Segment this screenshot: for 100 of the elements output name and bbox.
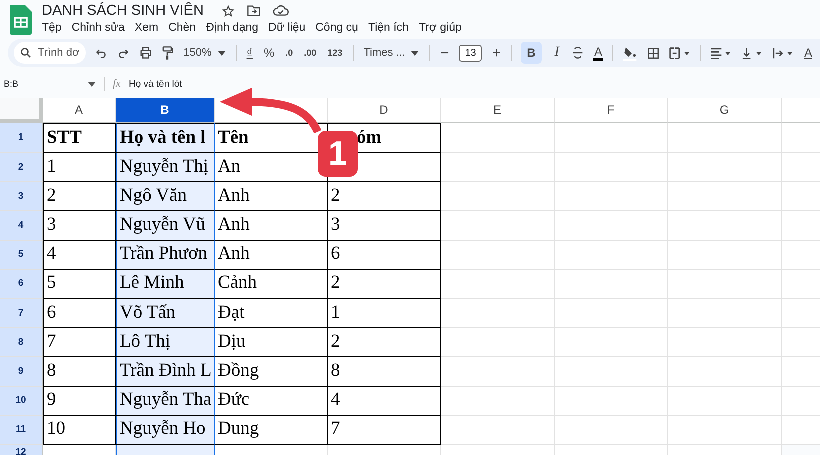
italic-button[interactable]: I — [550, 42, 564, 64]
row-header[interactable]: 12 — [0, 444, 43, 455]
table-cell: Tên — [215, 123, 328, 153]
strikethrough-icon[interactable] — [572, 46, 584, 60]
table-cell: STT — [43, 123, 116, 153]
table-cell: Dịu — [215, 328, 328, 358]
column-header[interactable]: E — [441, 98, 555, 123]
table-cell: Nguyễn Thị — [116, 153, 215, 182]
cloud-icon[interactable] — [272, 5, 289, 17]
caret-icon — [218, 50, 226, 56]
row-header[interactable]: 2 — [0, 153, 43, 182]
font-dropdown[interactable]: Times ... — [362, 42, 420, 64]
menu-item[interactable]: Trợ giúp — [418, 22, 462, 34]
column-header[interactable]: G — [668, 98, 782, 123]
folder-icon[interactable] — [246, 5, 261, 17]
table-cell: Trần Phươn — [116, 240, 215, 270]
menu-item[interactable]: Tệp — [42, 22, 62, 34]
table-cell: 6 — [43, 298, 116, 328]
zoom-dropdown[interactable]: 150% — [182, 42, 227, 64]
fx-label: fx — [113, 78, 121, 90]
table-cell: An — [215, 153, 328, 182]
row-header[interactable]: 1 — [0, 123, 43, 153]
decrease-font-size-button[interactable]: − — [439, 42, 450, 64]
caret-icon[interactable] — [88, 82, 96, 86]
row-header[interactable]: 4 — [0, 211, 43, 241]
borders-icon[interactable] — [647, 46, 660, 60]
menu-item[interactable]: Công cụ — [316, 22, 358, 34]
document-title[interactable]: DANH SÁCH SINH VIÊN — [42, 3, 204, 19]
table-cell: Nguyễn Ho — [116, 416, 215, 445]
text-color-button[interactable]: A — [593, 45, 604, 61]
number-format-button[interactable]: 123 — [326, 42, 344, 64]
table-cell: Lô Thị — [116, 328, 215, 358]
table-cell: Anh — [215, 240, 328, 270]
table-cell: Đồng — [215, 357, 328, 386]
table-cell: 9 — [43, 386, 116, 416]
sheets-logo-icon[interactable] — [10, 5, 32, 35]
table-cell: 3 — [328, 211, 441, 241]
table-cell: Anh — [215, 182, 328, 212]
table-cell: Nguyễn Vũ — [116, 211, 215, 241]
table-cell: 2 — [328, 270, 441, 299]
table-cell: 10 — [43, 416, 116, 445]
menu-item[interactable]: Chỉnh sửa — [72, 22, 125, 34]
row-header[interactable]: 7 — [0, 298, 43, 328]
bold-button[interactable]: B — [521, 42, 542, 64]
table-cell: 2 — [328, 182, 441, 212]
table-cell: 5 — [43, 270, 116, 299]
row-header[interactable]: 9 — [0, 357, 43, 386]
increase-decimal-button[interactable]: .00 — [303, 42, 318, 64]
text-wrap-icon[interactable] — [772, 46, 794, 60]
fill-color-icon[interactable] — [622, 45, 638, 61]
menu-item[interactable]: Xem — [134, 22, 159, 34]
star-icon[interactable] — [222, 4, 235, 18]
table-cell: Cảnh — [215, 270, 328, 299]
menu-item[interactable]: Tiện ích — [368, 22, 409, 34]
table-cell: Lê Minh — [116, 270, 215, 299]
table-cell: 1 — [43, 153, 116, 182]
merge-cells-icon[interactable] — [669, 46, 692, 60]
decrease-decimal-button[interactable]: .0 — [284, 42, 294, 64]
vertical-align-icon[interactable] — [741, 46, 764, 60]
row-header[interactable]: 11 — [0, 416, 43, 445]
table-cell: 4 — [43, 240, 116, 270]
print-icon[interactable] — [138, 46, 153, 60]
table-cell: Trần Đình L — [116, 357, 215, 386]
table-cell: Đạt — [215, 298, 328, 328]
table-cell: 4 — [328, 386, 441, 416]
name-box[interactable]: B:B — [4, 79, 80, 89]
row-header[interactable]: 8 — [0, 328, 43, 358]
paint-format-icon[interactable] — [162, 46, 174, 60]
column-header[interactable]: A — [43, 98, 116, 123]
table-cell: Đức — [215, 386, 328, 416]
row-header[interactable]: 3 — [0, 182, 43, 212]
table-cell: 2 — [328, 328, 441, 358]
caret-icon — [411, 50, 420, 56]
table-cell: 7 — [328, 416, 441, 445]
menu-item[interactable]: Dữ liệu — [268, 22, 306, 34]
table-cell: 8 — [43, 357, 116, 386]
table-cell: 8 — [328, 357, 441, 386]
table-cell: 1 — [328, 298, 441, 328]
table-cell: 2 — [43, 182, 116, 212]
search-menus-field[interactable]: Trình đơ — [14, 42, 86, 64]
table-cell: Dung — [215, 416, 328, 445]
row-header[interactable]: 6 — [0, 270, 43, 299]
row-header[interactable]: 10 — [0, 386, 43, 416]
currency-button[interactable]: ₫ — [246, 42, 254, 64]
menu-item[interactable]: Chèn — [168, 22, 196, 34]
menu-item[interactable]: Định dạng — [206, 22, 259, 34]
step-badge: 1 — [318, 131, 358, 177]
formula-field[interactable]: Họ và tên lót — [128, 78, 182, 90]
column-header[interactable]: D — [328, 98, 441, 123]
table-cell: 6 — [328, 240, 441, 270]
increase-font-size-button[interactable]: + — [491, 42, 502, 64]
align-icon[interactable] — [710, 46, 732, 60]
row-header[interactable]: 5 — [0, 240, 43, 270]
column-header[interactable]: F — [555, 98, 668, 123]
table-cell: Nguyễn Tha — [116, 386, 215, 416]
percent-button[interactable]: % — [262, 42, 276, 64]
text-rotation-button[interactable]: A — [803, 42, 814, 64]
font-size-field[interactable]: 13 — [459, 44, 482, 62]
table-cell: 7 — [43, 328, 116, 358]
column-header[interactable]: B — [116, 98, 215, 123]
